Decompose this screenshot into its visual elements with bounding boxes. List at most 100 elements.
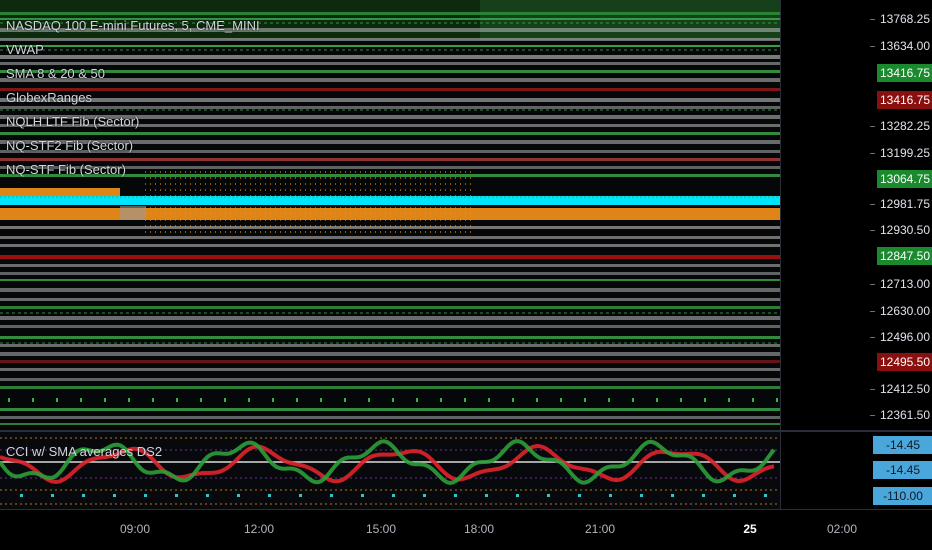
price-label: 12496.00 <box>879 330 931 344</box>
tick-marker <box>440 398 442 402</box>
price-label: 12930.50 <box>879 223 931 237</box>
indicator-legend: NASDAQ 100 E-mini Futures, 5, CME_MINI V… <box>6 14 260 182</box>
price-axis[interactable]: 13768.25 13634.00 13416.75 13416.75 1328… <box>780 0 932 430</box>
tick-marker <box>632 398 634 402</box>
price-label-green-marker: 12847.50 <box>877 247 932 265</box>
tick-marker <box>56 398 58 402</box>
legend-indicator-globex-ranges[interactable]: GlobexRanges <box>6 86 260 110</box>
cci-signal-dot <box>144 494 147 497</box>
cci-signal-dot <box>392 494 395 497</box>
price-label-red-marker: 13416.75 <box>877 91 932 109</box>
tick-marker <box>32 398 34 402</box>
tick-marker <box>728 398 730 402</box>
legend-indicator-nqlh-ltf-fib[interactable]: NQLH LTF Fib (Sector) <box>6 110 260 134</box>
cci-signal-dot <box>733 494 736 497</box>
cci-signal-dot <box>547 494 550 497</box>
cci-signal-dot <box>299 494 302 497</box>
cci-signal-dot <box>361 494 364 497</box>
price-label: 12361.50 <box>879 408 931 422</box>
legend-indicator-nq-stf2-fib[interactable]: NQ-STF2 Fib (Sector) <box>6 134 260 158</box>
price-tick <box>870 19 875 20</box>
cci-signal-dot <box>671 494 674 497</box>
tick-marker <box>200 398 202 402</box>
price-level-line <box>0 408 780 411</box>
cci-signal-dot <box>454 494 457 497</box>
main-price-chart[interactable]: NASDAQ 100 E-mini Futures, 5, CME_MINI V… <box>0 0 780 430</box>
legend-symbol[interactable]: NASDAQ 100 E-mini Futures, 5, CME_MINI <box>6 14 260 38</box>
price-level-line <box>0 423 780 425</box>
legend-indicator-sma[interactable]: SMA 8 & 20 & 50 <box>6 62 260 86</box>
tick-marker <box>296 398 298 402</box>
legend-indicator-vwap[interactable]: VWAP <box>6 38 260 62</box>
legend-indicator-nq-stf-fib[interactable]: NQ-STF Fib (Sector) <box>6 158 260 182</box>
tick-marker <box>272 398 274 402</box>
tick-marker <box>152 398 154 402</box>
price-label: 12412.50 <box>879 382 931 396</box>
cci-signal-dot <box>268 494 271 497</box>
tick-marker <box>704 398 706 402</box>
cci-signal-dot <box>516 494 519 497</box>
cci-indicator-pane[interactable]: CCI w/ SMA averages DS2 <box>0 432 780 509</box>
cci-axis[interactable]: -14.45 -14.45 -110.00 <box>780 432 932 509</box>
cci-signal-dot <box>578 494 581 497</box>
price-tick <box>870 284 875 285</box>
cci-indicator-title[interactable]: CCI w/ SMA averages DS2 <box>6 444 162 459</box>
price-level-line <box>0 386 780 389</box>
tick-marker <box>584 398 586 402</box>
price-label: 13199.25 <box>879 146 931 160</box>
price-tick <box>870 337 875 338</box>
cci-signal-dot <box>206 494 209 497</box>
cci-signal-dot <box>175 494 178 497</box>
price-label: 12713.00 <box>879 277 931 291</box>
tick-marker <box>752 398 754 402</box>
time-label: 21:00 <box>584 522 616 536</box>
cci-signal-dot <box>82 494 85 497</box>
price-level-line <box>0 272 780 275</box>
time-label-date: 25 <box>743 522 757 536</box>
price-tick <box>870 415 875 416</box>
price-level-line <box>0 288 780 292</box>
price-level-line <box>0 352 780 356</box>
price-label-red-marker: 12495.50 <box>877 353 932 371</box>
price-level-line <box>0 368 780 371</box>
price-label-green-marker: 13416.75 <box>877 64 932 82</box>
tick-marker <box>608 398 610 402</box>
price-label: 12981.75 <box>879 197 931 211</box>
price-level-line <box>0 298 780 301</box>
price-tick <box>870 153 875 154</box>
price-tick <box>870 204 875 205</box>
cci-signal-dot <box>764 494 767 497</box>
cci-signal-dot <box>423 494 426 497</box>
price-level-line <box>0 344 780 347</box>
time-label: 15:00 <box>365 522 397 536</box>
price-tick <box>870 389 875 390</box>
cci-signal-dot <box>237 494 240 497</box>
price-label: 13282.25 <box>879 119 931 133</box>
cci-signal-dot <box>609 494 612 497</box>
time-axis[interactable]: 09:00 12:00 15:00 18:00 21:00 25 02:00 <box>0 509 932 550</box>
price-tick <box>870 230 875 231</box>
price-level-line <box>0 378 780 381</box>
price-label: 13768.25 <box>879 12 931 26</box>
tradingview-chart: NASDAQ 100 E-mini Futures, 5, CME_MINI V… <box>0 0 932 550</box>
tick-marker <box>680 398 682 402</box>
price-label-green-marker: 13064.75 <box>877 170 932 188</box>
cci-signal-dot <box>113 494 116 497</box>
tick-marker <box>176 398 178 402</box>
price-label: 13634.00 <box>879 39 931 53</box>
tick-marker <box>344 398 346 402</box>
tick-marker <box>416 398 418 402</box>
price-level-line <box>0 306 780 309</box>
cci-signal-dot <box>485 494 488 497</box>
tick-marker <box>8 398 10 402</box>
cci-signal-dot <box>640 494 643 497</box>
tick-marker <box>128 398 130 402</box>
tick-marker <box>656 398 658 402</box>
price-tick <box>870 126 875 127</box>
cci-signal-dot <box>330 494 333 497</box>
tick-marker <box>104 398 106 402</box>
tick-marker <box>464 398 466 402</box>
tick-marker <box>560 398 562 402</box>
time-label: 02:00 <box>826 522 858 536</box>
price-level-line <box>0 360 780 363</box>
